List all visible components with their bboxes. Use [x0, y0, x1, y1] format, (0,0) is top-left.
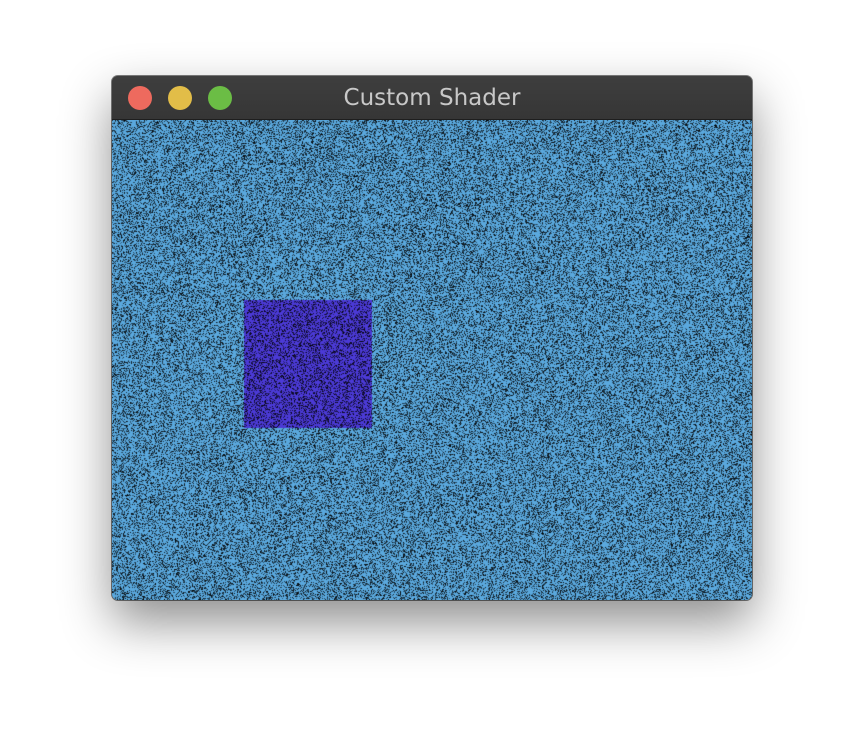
app-window: Custom Shader: [112, 76, 752, 600]
window-title: Custom Shader: [112, 76, 752, 120]
shader-canvas[interactable]: [112, 120, 752, 600]
title-bar[interactable]: Custom Shader: [112, 76, 752, 120]
